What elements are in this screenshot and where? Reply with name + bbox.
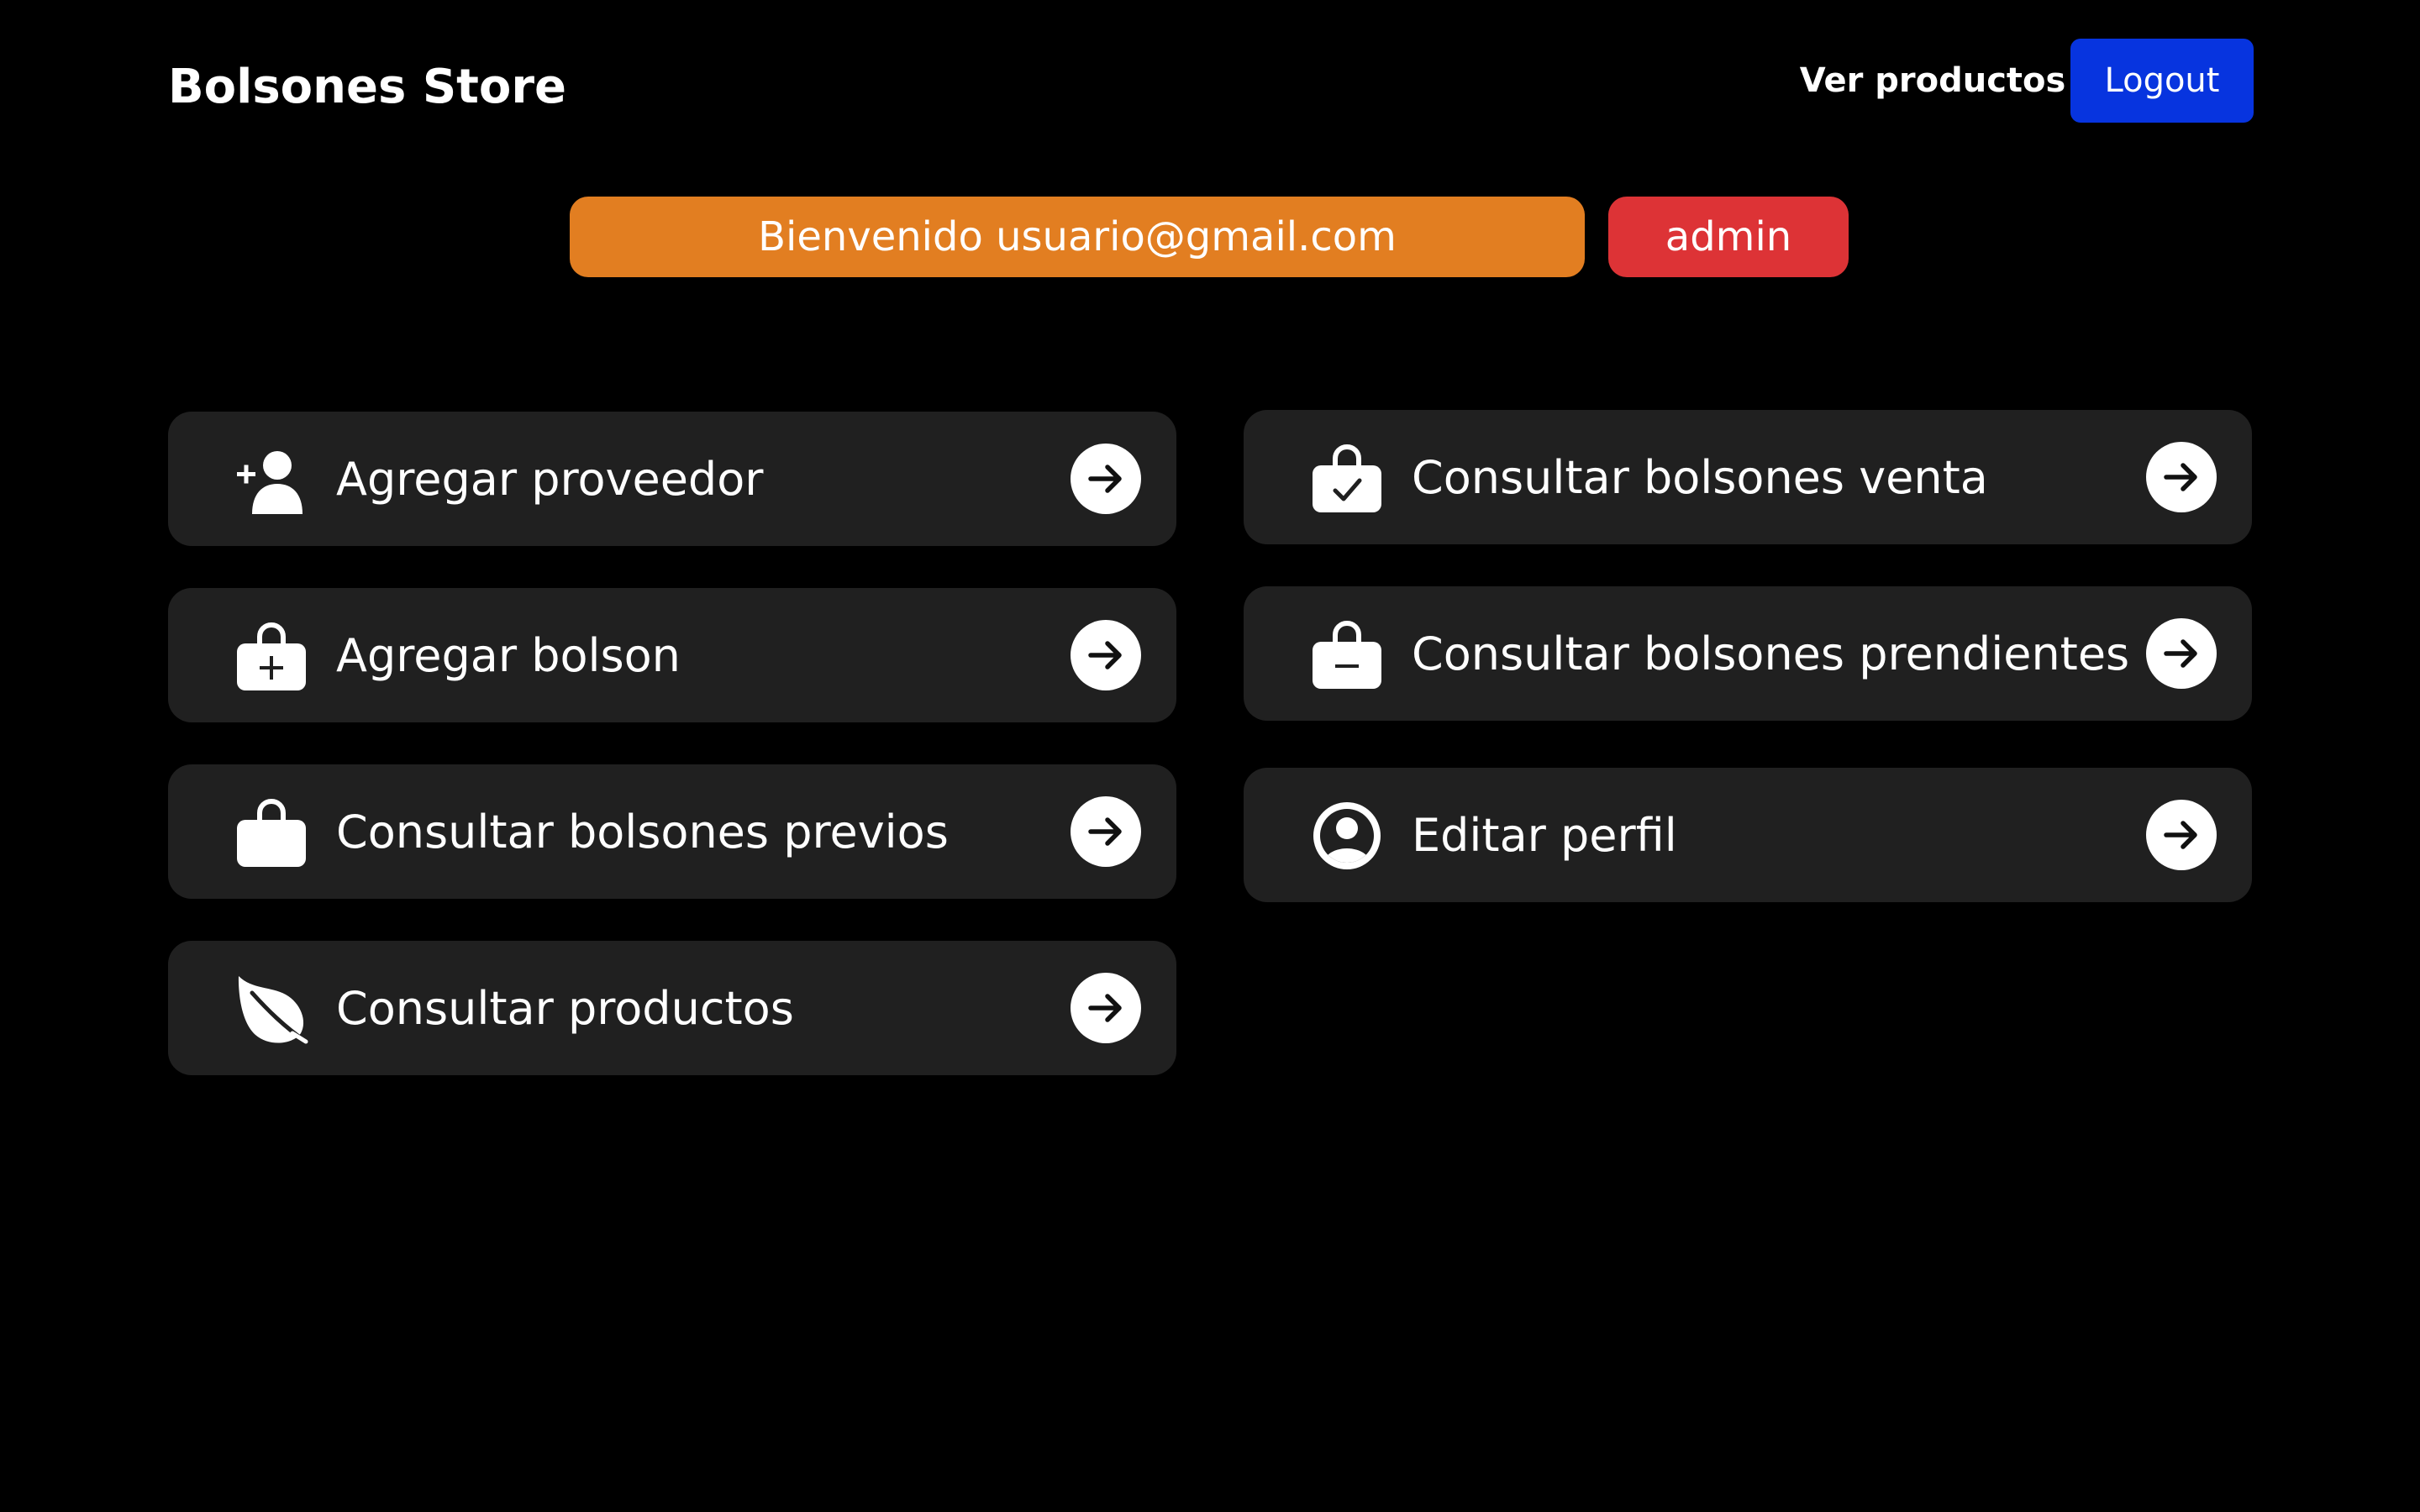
menu-card-label: Consultar productos <box>336 981 794 1035</box>
arrow-right-circle-icon[interactable] <box>1071 444 1141 514</box>
arrow-right-circle-icon[interactable] <box>1071 620 1141 690</box>
bag-icon <box>234 795 309 870</box>
bag-minus-icon <box>1309 617 1385 692</box>
menu-card-agregar-proveedor[interactable]: Agregar proveedor <box>168 412 1176 546</box>
brand-title[interactable]: Bolsones Store <box>168 57 566 118</box>
menu-card-label: Consultar bolsones prendientes <box>1412 627 2130 680</box>
menu-card-editar-perfil[interactable]: Editar perfil <box>1244 768 2252 902</box>
arrow-right-circle-icon[interactable] <box>1071 973 1141 1043</box>
arrow-right-circle-icon[interactable] <box>1071 796 1141 867</box>
bag-plus-icon <box>234 618 309 694</box>
dashboard-page: Bolsones Store Ver productos Logout Bien… <box>0 0 2420 1512</box>
menu-card-label: Editar perfil <box>1412 808 1677 862</box>
user-circle-icon <box>1309 798 1385 874</box>
menu-card-label: Agregar proveedor <box>336 452 764 506</box>
menu-card-label: Consultar bolsones previos <box>336 805 949 858</box>
menu-card-consultar-bolsones-venta[interactable]: Consultar bolsones venta <box>1244 410 2252 544</box>
leaf-icon <box>234 971 309 1047</box>
menu-card-consultar-bolsones-previos[interactable]: Consultar bolsones previos <box>168 764 1176 899</box>
ver-productos-link[interactable]: Ver productos <box>1748 39 2118 123</box>
menu-card-agregar-bolson[interactable]: Agregar bolson <box>168 588 1176 722</box>
menu-card-consultar-productos[interactable]: Consultar productos <box>168 941 1176 1075</box>
arrow-right-circle-icon[interactable] <box>2146 800 2217 870</box>
add-user-icon <box>234 442 309 517</box>
menu-card-label: Consultar bolsones venta <box>1412 450 1988 504</box>
menu-card-consultar-bolsones-prendientes[interactable]: Consultar bolsones prendientes <box>1244 586 2252 721</box>
role-badge: admin <box>1608 197 1849 277</box>
logout-button[interactable]: Logout <box>2070 39 2254 123</box>
welcome-badge: Bienvenido usuario@gmail.com <box>570 197 1585 277</box>
bag-check-icon <box>1309 440 1385 516</box>
arrow-right-circle-icon[interactable] <box>2146 618 2217 689</box>
arrow-right-circle-icon[interactable] <box>2146 442 2217 512</box>
menu-card-label: Agregar bolson <box>336 628 681 682</box>
